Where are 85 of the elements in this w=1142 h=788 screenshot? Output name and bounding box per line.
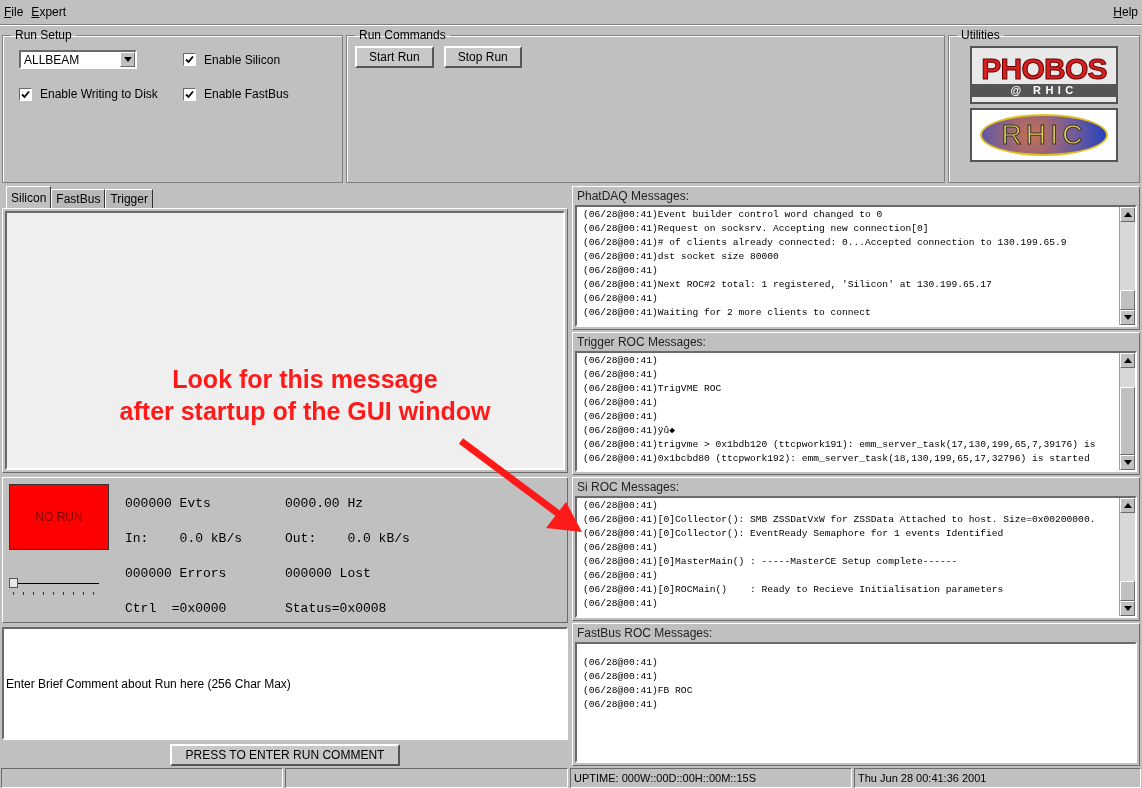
log-line: (06/28@00:41)ÿû◆ xyxy=(583,423,677,438)
logo-subtitle: @ RHIC xyxy=(972,83,1116,97)
stat-text: 000000 Errors xyxy=(125,564,228,583)
stat-text: 000000 Lost xyxy=(285,564,372,583)
scrollbar[interactable] xyxy=(1119,207,1135,325)
log-line: (06/28@00:41)Next ROC#2 total: 1 registered, 'Silicon' at 130.199.65.17 xyxy=(583,278,993,292)
checkbox[interactable] xyxy=(183,87,196,101)
stat-text: Out: 0.0 kB/s xyxy=(285,529,411,548)
log-line: (06/28@00:41) xyxy=(583,353,659,368)
checkbox[interactable] xyxy=(183,53,196,66)
log-line: (06/28@00:41)[0]Collector(): EventReady Semaphore for 1 events Identified xyxy=(583,527,1005,541)
log-line: (06/28@00:41)[0]MasterMain() : -----MasterCE Setup complete------ xyxy=(583,555,959,569)
log-line: (06/28@00:41) xyxy=(583,367,659,382)
stat-text: In: 0.0 kB/s xyxy=(125,529,244,548)
checkbox[interactable] xyxy=(19,87,32,101)
log-line: (06/28@00:41) xyxy=(583,569,659,583)
group-title: Run Setup xyxy=(14,27,73,44)
checkmark-icon xyxy=(21,89,30,99)
log-line: (06/28@00:41) xyxy=(583,499,659,513)
log-line: (06/28@00:41) xyxy=(583,655,659,670)
scrollbar[interactable] xyxy=(1119,352,1135,470)
scroll-thumb[interactable] xyxy=(1120,386,1135,455)
log-line: (06/28@00:41) xyxy=(583,409,659,424)
comment-field[interactable]: Enter Brief Comment about Run here (256 Char Max) xyxy=(2,627,568,740)
stat-text: Ctrl =0x0000 xyxy=(125,599,228,618)
tab[interactable]: Silicon xyxy=(6,186,52,208)
scroll-up-icon[interactable] xyxy=(1120,352,1135,368)
run-command-button[interactable]: Start Run xyxy=(355,46,434,68)
checkbox-label: Enable Silicon xyxy=(204,51,281,69)
menu-item[interactable]: File xyxy=(4,3,24,21)
scroll-thumb[interactable] xyxy=(1120,581,1135,601)
logo-title: PHOBOS xyxy=(981,53,1107,84)
log-line: (06/28@00:41) xyxy=(583,669,659,684)
scroll-up-icon[interactable] xyxy=(1120,207,1135,222)
checkmark-icon xyxy=(185,89,194,99)
log-line: (06/28@00:41)FB ROC xyxy=(583,683,694,698)
log-line: (06/28@00:41)Waiting for 2 more clients to connect xyxy=(583,306,872,320)
panel-title: FastBus ROC Messages: xyxy=(576,624,714,642)
checkmark-icon xyxy=(185,55,194,64)
scroll-down-icon[interactable] xyxy=(1120,455,1135,470)
menu-item[interactable]: Expert xyxy=(31,3,67,21)
panel-title: Si ROC Messages: xyxy=(576,479,681,496)
log-line: (06/28@00:41)[0]ROCMain() : Ready to Recieve Initialisation parameters xyxy=(583,583,1005,597)
group-title: Run Commands xyxy=(358,27,447,44)
log-line: (06/28@00:41) xyxy=(583,264,659,278)
panel-title: Trigger ROC Messages: xyxy=(576,333,707,351)
panel-title: PhatDAQ Messages: xyxy=(576,188,691,205)
comment-text: Enter Brief Comment about Run here (256 Char Max) xyxy=(6,675,291,693)
annotation-text: after startup of the GUI window xyxy=(118,396,491,427)
log-line: (06/28@00:41) xyxy=(583,541,659,555)
tab[interactable]: FastBus xyxy=(51,189,106,208)
tab[interactable]: Trigger xyxy=(105,189,153,208)
log-line: (06/28@00:41)trigvme > 0x1bdb120 (ttcpwork191): emm_server_task(17,130,199,65,7,39176) is xyxy=(583,437,1097,452)
log-line: (06/28@00:41)# of clients already connected: 0...Accepted connection to 130.199.65.9 xyxy=(583,236,1068,250)
annotation-text: Look for this message xyxy=(171,364,438,395)
log-line: (06/28@00:41) xyxy=(583,697,659,712)
slider-thumb[interactable] xyxy=(9,578,18,588)
stat-text: Status=0x0008 xyxy=(285,599,388,618)
run-command-button[interactable]: Stop Run xyxy=(443,46,522,68)
log-line: (06/28@00:41)[0]Collector(): SMB ZSSDatVxW for ZSSData Attached to host. Size=0x00200000. xyxy=(583,513,1097,527)
log-line: (06/28@00:41)Event builder control word changed to 0 xyxy=(583,208,884,222)
stat-text: 0000.00 Hz xyxy=(285,494,364,513)
log-line: (06/28@00:41) xyxy=(583,292,659,306)
scroll-up-icon[interactable] xyxy=(1120,498,1135,513)
log-line: (06/28@00:41)0x1bcbd80 (ttcpwork192): emm_server_task(18,130,199,65,17,32796) is started xyxy=(583,451,1091,466)
group-title: Utilities xyxy=(960,27,1001,44)
dropdown-value: ALLBEAM xyxy=(23,51,81,69)
slider[interactable] xyxy=(9,578,99,598)
log-line: (06/28@00:41)Request on socksrv. Accepting new connection[0] xyxy=(583,222,930,236)
checkbox-label: Enable FastBus xyxy=(204,86,289,103)
log-line: (06/28@00:41) xyxy=(583,597,659,611)
menu-item[interactable]: Help xyxy=(1113,3,1138,21)
logo[interactable]: PHOBOS @ RHIC xyxy=(970,46,1118,104)
mode-dropdown[interactable]: ALLBEAM xyxy=(19,50,137,69)
log-line: (06/28@00:41)TrigVME ROC xyxy=(583,381,723,396)
date-status: Thu Jun 28 00:41:36 2001 xyxy=(854,768,1141,788)
log-line: (06/28@00:41) xyxy=(583,395,659,410)
scrollbar[interactable] xyxy=(1119,498,1135,616)
checkbox-label: Enable Writing to Disk xyxy=(40,86,158,103)
log-line: (06/28@00:41)dst socket size 80000 xyxy=(583,250,780,264)
comment-button[interactable]: PRESS TO ENTER RUN COMMENT xyxy=(169,744,401,766)
uptime-status: UPTIME: 000W::00D::00H::00M::15S xyxy=(570,768,852,788)
dropdown-caret-icon[interactable] xyxy=(120,52,135,67)
stat-text: 000000 Evts xyxy=(125,494,212,513)
scroll-thumb[interactable] xyxy=(1120,290,1135,310)
